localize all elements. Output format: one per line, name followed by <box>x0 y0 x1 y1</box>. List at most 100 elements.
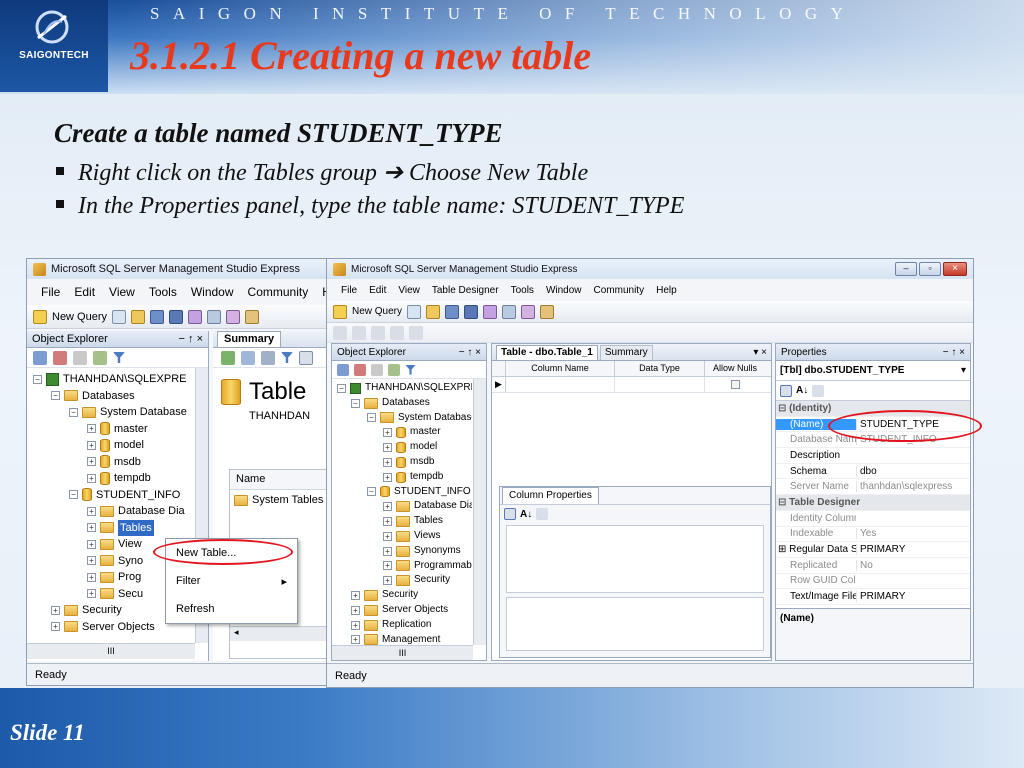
registered-servers-icon[interactable] <box>502 304 517 319</box>
tab-table-designer[interactable]: Table - dbo.Table_1 <box>496 345 598 360</box>
tree-node-synonyms[interactable]: Syno <box>118 553 143 570</box>
property-value[interactable]: PRIMARY <box>856 544 970 556</box>
menu-window[interactable]: Window <box>546 285 582 296</box>
tree-node-master[interactable]: master <box>114 421 148 438</box>
menu-file[interactable]: File <box>341 285 357 296</box>
tree-node-programmability[interactable]: Prog <box>118 569 141 586</box>
tree-node-model[interactable]: model <box>410 440 437 455</box>
property-row[interactable]: Text/Image FilegrPRIMARY <box>776 589 970 605</box>
tree-node-replication[interactable]: Replication <box>382 618 431 633</box>
property-pages-icon[interactable] <box>812 384 825 397</box>
summary-sync-icon[interactable] <box>241 350 255 365</box>
menu-edit[interactable]: Edit <box>74 285 95 299</box>
menu-item-filter[interactable]: Filter ▸ <box>166 567 297 595</box>
save-icon[interactable] <box>445 304 460 319</box>
alphabetical-sort-icon[interactable]: A↓ <box>796 385 808 396</box>
tree-node-msdb[interactable]: msdb <box>114 454 141 471</box>
tree-node-system-databases[interactable]: System Database <box>100 404 187 421</box>
connect-icon[interactable] <box>33 350 47 365</box>
menu-help[interactable]: Help <box>656 285 677 296</box>
summary-horizontal-scrollbar[interactable]: ◂ <box>230 626 337 641</box>
menu-view[interactable]: View <box>398 285 420 296</box>
allow-nulls-checkbox[interactable] <box>730 380 740 389</box>
property-row[interactable]: Indexable Yes <box>776 527 970 543</box>
tab-dropdown-close-buttons[interactable]: ▾ × <box>753 346 767 360</box>
save-icon[interactable] <box>150 309 165 324</box>
menu-community[interactable]: Community <box>594 285 645 296</box>
tree-node-tempdb[interactable]: tempdb <box>114 470 151 487</box>
summary-refresh-icon[interactable] <box>261 350 275 365</box>
menu-edit[interactable]: Edit <box>369 285 386 296</box>
tree-node-server-objects[interactable]: Server Objects <box>82 619 155 636</box>
summary-filter-icon[interactable] <box>281 352 293 363</box>
new-query-button[interactable]: New Query <box>52 311 107 323</box>
disconnect-icon[interactable] <box>354 363 366 376</box>
tree-node-views[interactable]: Views <box>414 529 441 544</box>
refresh-icon[interactable] <box>93 350 107 365</box>
new-file-icon[interactable] <box>112 309 127 324</box>
tree-node-server[interactable]: THANHDAN\SQLEXPRE <box>63 371 186 388</box>
property-row[interactable]: ⊞ Regular Data SpaPRIMARY <box>776 542 970 558</box>
tree-node-model[interactable]: model <box>114 437 144 454</box>
properties-object-selector[interactable]: [Tbl] dbo.STUDENT_TYPE ▾ <box>776 361 970 381</box>
tree-node-database-diagrams[interactable]: Database Dia <box>118 503 185 520</box>
refresh-icon[interactable] <box>388 363 400 376</box>
menu-tools[interactable]: Tools <box>511 285 534 296</box>
set-primary-key-icon[interactable] <box>333 325 347 340</box>
object-explorer-icon[interactable] <box>521 304 536 319</box>
summary-list-icon[interactable] <box>299 350 313 365</box>
tree-horizontal-scrollbar[interactable]: III <box>332 645 473 660</box>
tree-node-databases[interactable]: Databases <box>82 388 135 405</box>
tab-summary[interactable]: Summary <box>599 345 653 360</box>
menu-window[interactable]: Window <box>191 285 234 299</box>
panel-pin-close-buttons[interactable]: − ↑ × <box>459 347 481 358</box>
panel-pin-close-buttons[interactable]: − ↑ × <box>943 347 965 358</box>
registered-servers-icon[interactable] <box>207 309 222 324</box>
tab-summary[interactable]: Summary <box>217 331 282 347</box>
property-row[interactable]: Description <box>776 448 970 464</box>
connect-icon[interactable] <box>337 363 349 376</box>
maximize-button[interactable]: ▫ <box>919 262 941 276</box>
property-value[interactable]: Yes <box>856 528 970 540</box>
save-all-icon[interactable] <box>464 304 479 319</box>
template-explorer-icon[interactable] <box>245 309 260 324</box>
alphabetical-sort-icon[interactable]: A↓ <box>520 509 532 520</box>
object-explorer-icon[interactable] <box>226 309 241 324</box>
property-row[interactable]: Identity Column <box>776 511 970 527</box>
menu-table-designer[interactable]: Table Designer <box>432 285 499 296</box>
cell-column-name[interactable] <box>506 377 615 392</box>
tree-node-security-db[interactable]: Security <box>414 573 450 588</box>
activity-monitor-icon[interactable] <box>188 309 203 324</box>
close-button[interactable]: × <box>943 262 967 276</box>
tree-node-security[interactable]: Security <box>382 588 418 603</box>
new-query-button[interactable]: New Query <box>352 306 402 317</box>
tree-node-server[interactable]: THANHDAN\SQLEXPRE <box>365 381 472 396</box>
property-value[interactable]: PRIMARY <box>856 591 970 603</box>
property-value[interactable]: thanhdan\sqlexpress <box>856 481 970 493</box>
property-pages-icon[interactable] <box>536 508 549 520</box>
filter-icon[interactable] <box>113 352 125 363</box>
tree-node-student-info[interactable]: STUDENT_INFO <box>96 487 180 504</box>
tree-node-server-objects[interactable]: Server Objects <box>382 603 448 618</box>
tree-node-tables[interactable]: Tables <box>414 514 443 529</box>
relationships-icon[interactable] <box>352 325 366 340</box>
property-category[interactable]: ⊟ Table Designer <box>776 495 970 511</box>
tree-node-views[interactable]: View <box>118 536 142 553</box>
tree-node-security-db[interactable]: Secu <box>118 586 143 603</box>
tree-node-msdb[interactable]: msdb <box>410 455 434 470</box>
template-explorer-icon[interactable] <box>540 304 555 319</box>
tree-node-databases[interactable]: Databases <box>382 396 430 411</box>
new-file-icon[interactable] <box>407 304 422 319</box>
tab-column-properties[interactable]: Column Properties <box>502 487 599 504</box>
tree-vertical-scrollbar[interactable] <box>473 379 486 645</box>
categorized-icon[interactable] <box>504 508 516 520</box>
save-all-icon[interactable] <box>169 309 184 324</box>
summary-up-icon[interactable] <box>221 350 235 365</box>
tree-horizontal-scrollbar[interactable]: III <box>27 643 195 659</box>
tree-node-programmability[interactable]: Programmab <box>414 559 472 574</box>
tree-node-tables-selected[interactable]: Tables <box>118 519 154 536</box>
tree-node-master[interactable]: master <box>410 425 441 440</box>
property-row[interactable]: Row GUID Colum <box>776 574 970 590</box>
column-header-name[interactable]: Column Name <box>506 361 615 376</box>
filter-icon[interactable] <box>405 364 416 375</box>
